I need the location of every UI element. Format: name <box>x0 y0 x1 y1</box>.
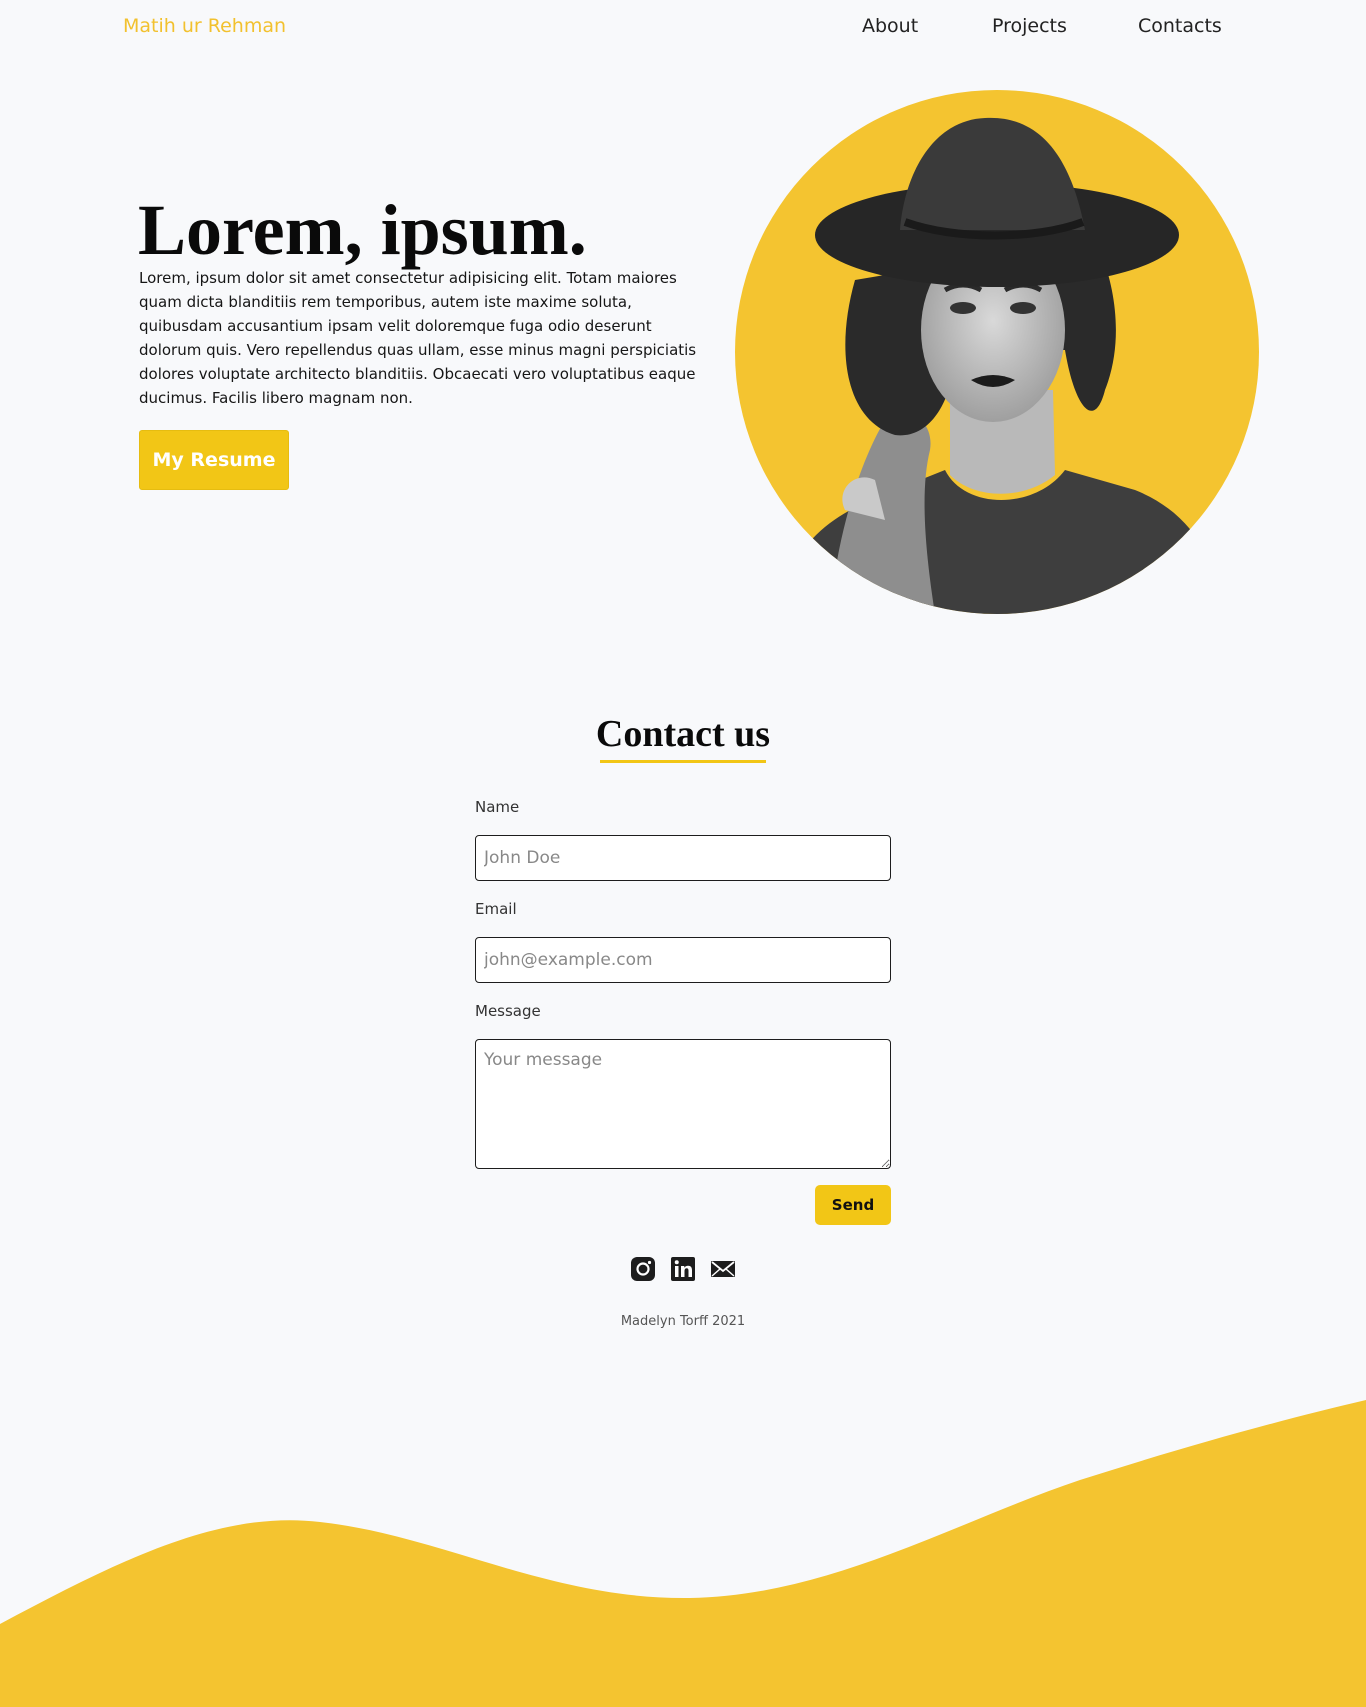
send-button[interactable]: Send <box>815 1185 891 1225</box>
footer-wave <box>0 1400 1366 1707</box>
linkedin-icon[interactable] <box>670 1256 696 1282</box>
page: Matih ur Rehman About Projects Contacts … <box>0 0 1366 1707</box>
hero-description: Lorem, ipsum dolor sit amet consectetur … <box>139 269 697 407</box>
hero-title: Lorem, ipsum. <box>138 190 587 270</box>
main-nav: About Projects Contacts <box>0 15 1366 45</box>
contact-title: Contact us <box>595 713 771 755</box>
portrait-image <box>735 90 1259 614</box>
mail-icon[interactable] <box>710 1256 736 1282</box>
name-input[interactable] <box>475 835 891 881</box>
social-links <box>630 1256 740 1282</box>
nav-contacts[interactable]: Contacts <box>1138 15 1222 37</box>
instagram-icon[interactable] <box>630 1256 656 1282</box>
footer-copyright: Madelyn Torff 2021 <box>620 1314 746 1329</box>
my-resume-button[interactable]: My Resume <box>139 430 289 490</box>
message-textarea[interactable] <box>475 1039 891 1169</box>
email-input[interactable] <box>475 937 891 983</box>
title-underline <box>600 760 766 763</box>
name-label: Name <box>475 798 520 816</box>
email-label: Email <box>475 900 517 918</box>
message-label: Message <box>475 1002 541 1020</box>
site-header: Matih ur Rehman About Projects Contacts <box>0 0 1366 60</box>
nav-projects[interactable]: Projects <box>992 15 1067 37</box>
nav-about[interactable]: About <box>862 15 918 37</box>
